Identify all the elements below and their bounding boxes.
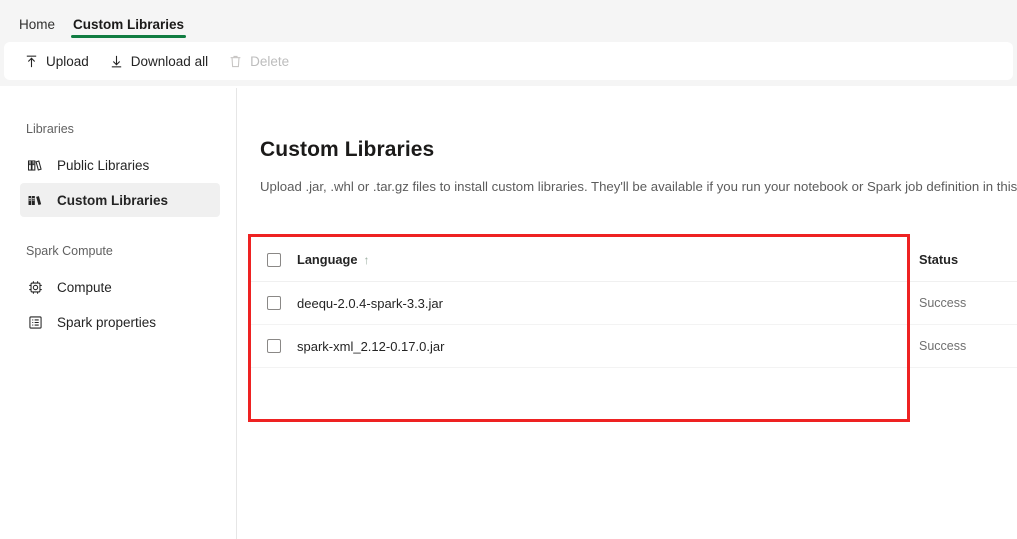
select-all-checkbox[interactable] bbox=[267, 252, 281, 267]
row-checkbox[interactable] bbox=[267, 296, 281, 310]
download-all-label: Download all bbox=[130, 53, 209, 69]
row-select-cell bbox=[251, 296, 297, 310]
workspace: Libraries Public Libraries Custom Librar… bbox=[0, 86, 1017, 539]
column-header-status[interactable]: Status bbox=[847, 252, 1017, 267]
sidebar-item-compute[interactable]: Compute bbox=[20, 270, 220, 304]
page-title: Custom Libraries bbox=[260, 138, 435, 161]
table-row[interactable]: spark-xml_2.12-0.17.0.jar Success bbox=[251, 325, 1017, 368]
tab-home[interactable]: Home bbox=[10, 0, 64, 40]
sidebar-item-custom-libraries[interactable]: Custom Libraries bbox=[20, 183, 220, 217]
upload-button[interactable]: Upload bbox=[14, 46, 99, 76]
command-bar: Upload Download all Delete bbox=[4, 42, 1013, 80]
row-language-value: spark-xml_2.12-0.17.0.jar bbox=[297, 338, 445, 354]
sidebar-item-public-libraries[interactable]: Public Libraries bbox=[20, 148, 220, 182]
trash-icon bbox=[228, 54, 243, 69]
sidebar-item-compute-label: Compute bbox=[57, 279, 112, 295]
select-all-cell bbox=[251, 252, 297, 267]
tab-custom-libraries-label: Custom Libraries bbox=[73, 17, 185, 32]
column-header-language-label: Language bbox=[297, 252, 358, 267]
books-outline-icon bbox=[26, 156, 44, 174]
libraries-table: Language ↑ Status deequ-2.0.4-spark-3.3.… bbox=[251, 238, 1017, 368]
tab-strip: Home Custom Libraries bbox=[0, 0, 1017, 44]
sidebar-item-public-libraries-label: Public Libraries bbox=[57, 157, 150, 173]
main-pane: Custom Libraries Upload .jar, .whl or .t… bbox=[237, 86, 1017, 539]
sort-ascending-icon: ↑ bbox=[363, 252, 370, 267]
sidebar-item-custom-libraries-label: Custom Libraries bbox=[57, 192, 169, 208]
chip-icon bbox=[26, 278, 44, 296]
sidebar-group-spark-compute-title: Spark Compute bbox=[26, 244, 113, 258]
upload-icon bbox=[24, 54, 39, 69]
sidebar-item-spark-properties-label: Spark properties bbox=[57, 314, 157, 330]
table-row[interactable]: deequ-2.0.4-spark-3.3.jar Success bbox=[251, 282, 1017, 325]
top-ribbon: Home Custom Libraries Upload Download al… bbox=[0, 0, 1017, 86]
books-filled-icon bbox=[26, 191, 44, 209]
list-document-icon bbox=[26, 313, 44, 331]
page-description: Upload .jar, .whl or .tar.gz files to in… bbox=[260, 179, 1017, 194]
table-header-row: Language ↑ Status bbox=[251, 238, 1017, 282]
row-status-value: Success bbox=[919, 296, 967, 310]
sidebar-group-libraries-title: Libraries bbox=[26, 122, 74, 136]
tab-custom-libraries[interactable]: Custom Libraries bbox=[64, 0, 193, 40]
sidebar: Libraries Public Libraries Custom Librar… bbox=[0, 86, 236, 539]
column-header-language[interactable]: Language ↑ bbox=[297, 252, 847, 267]
tab-home-label: Home bbox=[19, 17, 56, 32]
download-all-button[interactable]: Download all bbox=[99, 46, 218, 76]
sidebar-item-spark-properties[interactable]: Spark properties bbox=[20, 305, 220, 339]
delete-button[interactable]: Delete bbox=[218, 46, 299, 76]
row-checkbox[interactable] bbox=[267, 339, 281, 353]
upload-label: Upload bbox=[46, 53, 89, 69]
download-icon bbox=[109, 54, 124, 69]
delete-label: Delete bbox=[250, 53, 290, 69]
row-status-value: Success bbox=[919, 339, 967, 353]
row-select-cell bbox=[251, 339, 297, 353]
row-language-value: deequ-2.0.4-spark-3.3.jar bbox=[297, 295, 443, 311]
